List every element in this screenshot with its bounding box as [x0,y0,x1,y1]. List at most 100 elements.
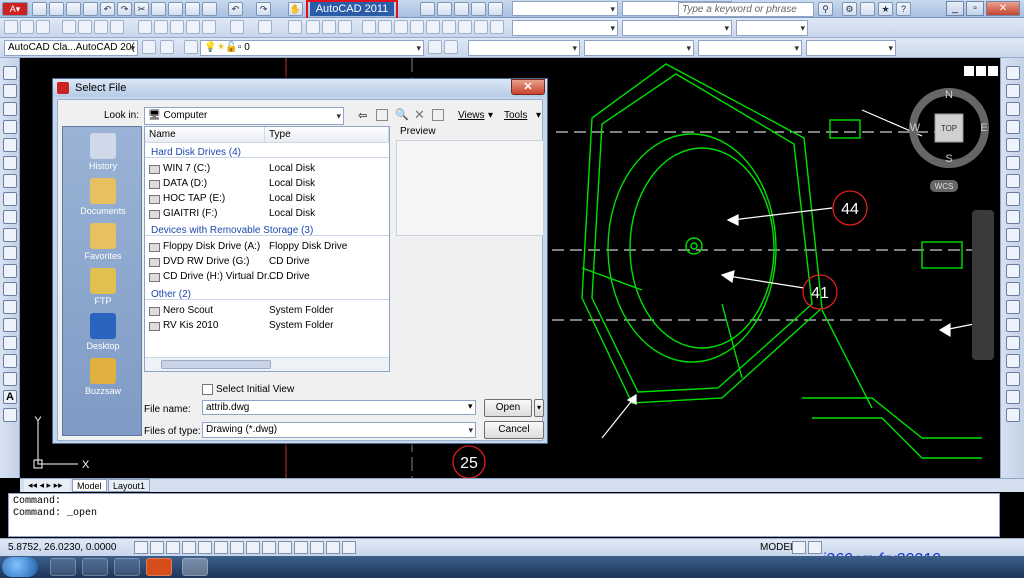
markup-icon[interactable] [488,2,503,16]
place-favorites[interactable]: Favorites [63,223,143,261]
subscription-icon[interactable]: ⚙ [842,2,857,16]
object-snap-tracking-icon[interactable] [246,541,260,554]
offset-icon[interactable] [1006,120,1020,134]
horizontal-scrollbar[interactable] [145,357,389,371]
linetype-combo[interactable] [584,40,694,56]
quick-properties-icon[interactable] [326,541,340,554]
close-icon[interactable]: ✕ [986,1,1020,16]
circle-icon[interactable] [3,174,17,188]
search-web-icon[interactable]: 🔍 [395,108,409,122]
region-icon[interactable] [3,354,17,368]
quick-access-combo-1[interactable] [512,1,618,16]
undo-icon[interactable] [230,20,244,34]
dialog-close-icon[interactable]: ✕ [511,79,545,95]
print-icon[interactable] [62,20,76,34]
grid-display-icon[interactable] [166,541,180,554]
taskbar-media-icon[interactable] [146,558,172,576]
hatch-icon[interactable] [3,318,17,332]
table-icon[interactable] [3,372,17,386]
calculator-icon[interactable] [442,20,456,34]
text-tool-icon[interactable] [1006,408,1020,422]
properties-icon[interactable] [420,2,435,16]
match-properties-icon[interactable] [185,2,200,16]
polyline-icon[interactable] [3,102,17,116]
place-documents[interactable]: Documents [63,178,143,216]
lineweight-icon[interactable] [294,541,308,554]
layer-previous-icon[interactable] [444,40,458,54]
dim-style-combo[interactable] [622,20,732,36]
open-button[interactable]: Open [484,399,532,417]
cut-icon[interactable] [138,20,152,34]
sheet-set-icon[interactable] [471,2,486,16]
search-icon[interactable]: ⚲ [818,2,833,16]
layer-tools-icon[interactable] [1006,372,1020,386]
draw-order-icon[interactable] [1006,354,1020,368]
taskbar-explorer-icon[interactable] [82,558,108,576]
lineweight-combo[interactable] [698,40,802,56]
layer-properties-icon[interactable] [184,40,198,54]
chamfer-icon[interactable] [1006,300,1020,314]
extend-icon[interactable] [1006,246,1020,260]
add-selected-icon[interactable] [3,408,17,422]
explode-icon[interactable] [1006,336,1020,350]
tools-menu[interactable]: Tools [504,110,527,121]
polygon-icon[interactable] [3,120,17,134]
look-in-select[interactable]: 🖥 Computer [144,107,344,125]
rotate-icon[interactable] [1006,174,1020,188]
paste-icon[interactable] [170,20,184,34]
maximize-icon[interactable]: ▫ [966,1,984,16]
save-icon[interactable] [66,2,81,16]
command-window[interactable]: Command: Command: _open [8,493,1000,537]
tool-palettes-icon[interactable] [394,20,408,34]
redo-icon[interactable] [258,20,272,34]
copy-icon[interactable] [154,20,168,34]
ellipse-icon[interactable] [3,228,17,242]
zoom-window-icon[interactable] [322,20,336,34]
pan-icon[interactable] [288,20,302,34]
text-style-icon[interactable] [474,20,488,34]
spline-icon[interactable] [3,210,17,224]
cancel-button[interactable]: Cancel [484,421,544,439]
quick-view-drawings-icon[interactable] [808,541,822,554]
select-initial-view-checkbox[interactable] [202,384,213,395]
viewcube[interactable]: TOP N S E W WCS [909,88,989,192]
place-ftp[interactable]: FTP [63,268,143,306]
table-style-combo[interactable] [736,20,808,36]
array-icon[interactable] [1006,138,1020,152]
help-icon[interactable]: ? [896,2,911,16]
multiline-text-icon[interactable]: A [3,390,17,404]
dynamic-ucs-icon[interactable] [262,541,276,554]
markup-icon[interactable] [426,20,440,34]
transparency-icon[interactable] [310,541,324,554]
zoom-realtime-icon[interactable] [306,20,320,34]
object-snap-icon[interactable] [214,541,228,554]
selection-cycling-icon[interactable] [342,541,356,554]
break-icon[interactable] [1006,264,1020,278]
plotstyle-combo[interactable] [806,40,896,56]
new-folder-icon[interactable] [432,109,444,121]
file-name-dropdown-icon[interactable]: ▾ [468,401,473,412]
polar-tracking-icon[interactable] [198,541,212,554]
erase-icon[interactable] [1006,66,1020,80]
make-current-layer-icon[interactable] [428,40,442,54]
model-space-button[interactable]: MODEL [760,542,796,553]
trim-icon[interactable] [1006,228,1020,242]
taskbar-autocad-icon[interactable] [182,558,208,576]
copy-icon[interactable] [151,2,166,16]
tool-palettes-icon[interactable] [454,2,469,16]
new-icon[interactable] [4,20,18,34]
open-icon[interactable] [20,20,34,34]
stretch-icon[interactable] [1006,210,1020,224]
construction-line-icon[interactable] [3,84,17,98]
scrollbar-thumb[interactable] [161,360,271,369]
ortho-mode-icon[interactable] [182,541,196,554]
ellipse-arc-icon[interactable] [3,246,17,260]
communication-icon[interactable] [860,2,875,16]
pan-icon[interactable]: ✋ [288,2,303,16]
views-menu[interactable]: Views [458,110,485,121]
color-combo[interactable] [468,40,580,56]
dialog-title-bar[interactable]: Select File ✕ [53,79,547,97]
file-list[interactable]: Name Type Hard Disk Drives (4) WIN 7 (C:… [144,126,390,372]
make-block-icon[interactable] [3,282,17,296]
quick-redo-icon[interactable]: ↷ [256,2,271,16]
